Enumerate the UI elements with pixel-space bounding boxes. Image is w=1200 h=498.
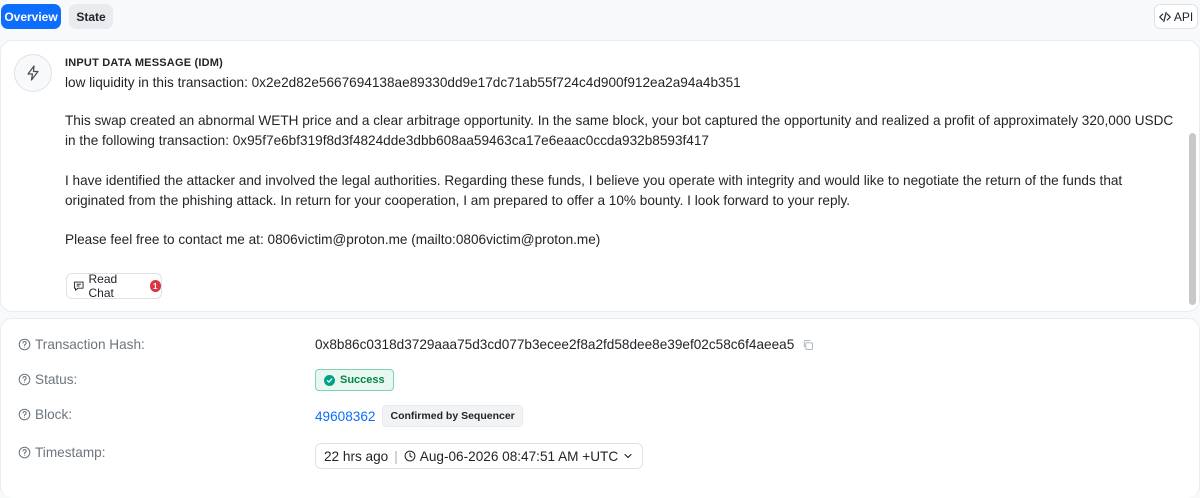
status-value-row: Success bbox=[315, 369, 394, 391]
input-data-message-card: INPUT DATA MESSAGE (IDM) low liquidity i… bbox=[0, 40, 1200, 312]
timestamp-absolute: Aug-06-2026 08:47:51 AM +UTC bbox=[419, 448, 619, 464]
block-label: Block: bbox=[18, 407, 72, 422]
timestamp-dropdown[interactable]: 22 hrs ago | Aug-06-2026 08:47:51 AM +UT… bbox=[315, 443, 644, 469]
status-text: Success bbox=[340, 374, 385, 386]
idm-title: INPUT DATA MESSAGE (IDM) bbox=[65, 57, 223, 69]
tab-overview[interactable]: Overview bbox=[1, 4, 61, 29]
chevron-down-icon bbox=[624, 453, 632, 459]
timestamp-label-text: Timestamp: bbox=[35, 445, 106, 460]
top-bar: Overview State API bbox=[0, 0, 1200, 36]
api-label: API bbox=[1173, 9, 1194, 24]
block-number-link[interactable]: 49608362 bbox=[315, 409, 375, 424]
api-button[interactable]: API bbox=[1154, 4, 1198, 29]
read-chat-button[interactable]: Read Chat 1 bbox=[66, 272, 162, 300]
idm-paragraph: I have identified the attacker and invol… bbox=[65, 173, 1123, 208]
timestamp-value-row: 22 hrs ago | Aug-06-2026 08:47:51 AM +UT… bbox=[315, 443, 644, 469]
help-circle-icon[interactable] bbox=[18, 408, 31, 421]
confirmed-by-sequencer-badge: Confirmed by Sequencer bbox=[382, 405, 523, 427]
unread-count-badge: 1 bbox=[149, 280, 161, 292]
copy-icon[interactable] bbox=[802, 339, 814, 351]
read-chat-label: Read Chat bbox=[88, 272, 118, 300]
tx-hash-value-row: 0x8b86c0318d3729aaa75d3cd077b3ecee2f8a2f… bbox=[315, 337, 814, 352]
chat-icon bbox=[73, 281, 84, 291]
idm-paragraph: This swap created an abnormal WETH price… bbox=[65, 113, 1174, 148]
help-circle-icon[interactable] bbox=[18, 338, 31, 351]
help-circle-icon[interactable] bbox=[18, 373, 31, 386]
status-label-text: Status: bbox=[35, 372, 78, 387]
idm-paragraph: low liquidity in this transaction: 0x2e2… bbox=[65, 75, 741, 90]
tx-hash-value: 0x8b86c0318d3729aaa75d3cd077b3ecee2f8a2f… bbox=[315, 337, 795, 352]
code-icon bbox=[1158, 11, 1171, 22]
tx-hash-label-text: Transaction Hash: bbox=[35, 337, 145, 352]
block-value-row: 49608362 Confirmed by Sequencer bbox=[315, 405, 523, 427]
idm-paragraph: Please feel free to contact me at: 0806v… bbox=[65, 232, 601, 247]
timestamp-label: Timestamp: bbox=[18, 445, 106, 460]
clock-icon bbox=[404, 450, 416, 462]
timestamp-relative: 22 hrs ago bbox=[324, 448, 389, 464]
separator: | bbox=[394, 448, 398, 464]
block-label-text: Block: bbox=[35, 407, 73, 422]
help-circle-icon[interactable] bbox=[18, 446, 31, 459]
scrollbar-thumb[interactable] bbox=[1189, 133, 1196, 305]
tab-state[interactable]: State bbox=[69, 4, 113, 29]
status-badge: Success bbox=[315, 369, 394, 391]
check-circle-icon bbox=[324, 374, 335, 386]
tx-hash-label: Transaction Hash: bbox=[18, 337, 145, 352]
bolt-icon bbox=[14, 54, 52, 92]
status-label: Status: bbox=[18, 372, 77, 387]
